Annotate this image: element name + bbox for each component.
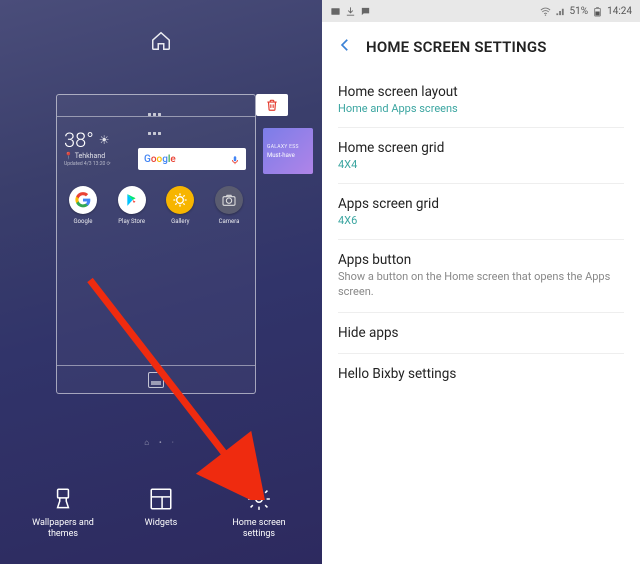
wifi-icon — [540, 6, 551, 17]
page-header: HOME SCREEN SETTINGS — [322, 22, 640, 72]
dock-preview — [57, 365, 255, 393]
widgets-icon — [148, 486, 174, 512]
status-time: 14:24 — [607, 6, 632, 17]
app-camera[interactable]: Camera — [208, 186, 250, 225]
page-title: HOME SCREEN SETTINGS — [366, 38, 547, 56]
google-logo: Google — [144, 154, 176, 165]
app-gallery[interactable]: Gallery — [159, 186, 201, 225]
status-bar: 51% 14:24 — [322, 0, 640, 22]
google-search-widget[interactable]: Google — [138, 148, 246, 170]
app-playstore[interactable]: Play Store — [111, 186, 153, 225]
settings-list: Home screen layout Home and Apps screens… — [322, 72, 640, 394]
back-button[interactable] — [336, 36, 354, 58]
brush-icon — [50, 486, 76, 512]
weather-condition-icon: ☀︎ — [99, 133, 110, 147]
chat-icon — [360, 6, 371, 17]
item-hide-apps[interactable]: Hide apps — [338, 313, 624, 354]
home-editor-screen: GALAXY ESS Must-have 38° ☀︎ 📍Tehkhand Up… — [0, 0, 322, 564]
delete-panel-button[interactable] — [256, 94, 288, 116]
weather-widget[interactable]: 38° ☀︎ 📍Tehkhand Updated 4/3 13:20 ⟳ — [64, 128, 144, 167]
next-panel-title: Must-have — [267, 152, 309, 159]
signal-icon — [555, 6, 566, 17]
action-wallpapers[interactable]: Wallpapers and themes — [23, 486, 103, 540]
app-shortcuts: Google Play Store Gallery Camera — [62, 186, 250, 225]
next-panel-preview[interactable]: GALAXY ESS Must-have — [263, 128, 313, 174]
battery-icon — [592, 6, 603, 17]
battery-percent: 51% — [570, 6, 589, 17]
gallery-icon — [166, 186, 194, 214]
google-icon — [69, 186, 97, 214]
page-indicator: ⌂ • · — [0, 438, 322, 447]
next-panel-tag: GALAXY ESS — [267, 144, 309, 150]
item-home-grid[interactable]: Home screen grid 4X4 — [338, 128, 624, 184]
action-home-settings[interactable]: Home screen settings — [219, 486, 299, 540]
item-apps-button[interactable]: Apps button Show a button on the Home sc… — [338, 240, 624, 313]
mic-icon[interactable] — [230, 150, 240, 169]
item-apps-grid[interactable]: Apps screen grid 4X6 — [338, 184, 624, 240]
home-screen-settings-page: 51% 14:24 HOME SCREEN SETTINGS Home scre… — [322, 0, 640, 564]
editor-actions: Wallpapers and themes Widgets Home scree… — [0, 486, 322, 540]
download-icon — [345, 6, 356, 17]
weather-location: 📍Tehkhand — [64, 152, 144, 160]
action-widgets[interactable]: Widgets — [121, 486, 201, 540]
item-home-layout[interactable]: Home screen layout Home and Apps screens — [338, 72, 624, 128]
home-icon — [0, 0, 322, 56]
app-google[interactable]: Google — [62, 186, 104, 225]
item-bixby-settings[interactable]: Hello Bixby settings — [338, 354, 624, 394]
weather-updated: Updated 4/3 13:20 ⟳ — [64, 161, 144, 167]
panel-drag-handle[interactable] — [57, 95, 255, 117]
weather-temp: 38° — [64, 128, 94, 152]
camera-icon — [215, 186, 243, 214]
gear-icon — [246, 486, 272, 512]
playstore-icon — [118, 186, 146, 214]
image-icon — [330, 6, 341, 17]
